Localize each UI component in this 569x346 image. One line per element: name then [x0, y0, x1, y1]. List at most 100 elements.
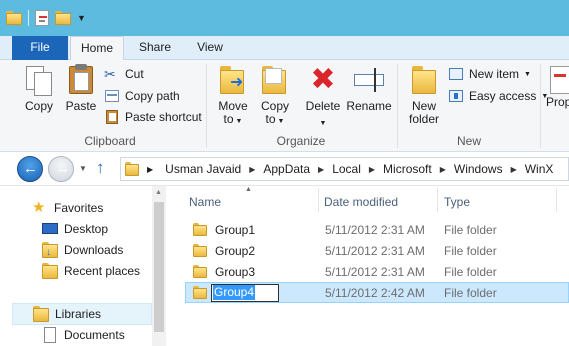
column-separator[interactable] [318, 188, 319, 212]
file-row[interactable]: Group2 5/11/2012 2:31 AM File folder [185, 240, 569, 261]
nav-item-libraries[interactable]: Libraries [12, 303, 152, 325]
column-header-date[interactable]: Date modified [324, 194, 398, 210]
copy-to-icon [260, 64, 290, 96]
copy-path-label: Copy path [125, 89, 180, 103]
cut-button[interactable]: ✂ Cut [104, 64, 144, 84]
copy-to-button[interactable]: Copy to ▼ [256, 64, 294, 128]
cut-label: Cut [125, 67, 144, 81]
recent-places-icon [42, 263, 58, 279]
paste-shortcut-button[interactable]: Paste shortcut [104, 107, 202, 127]
folder-icon [193, 285, 207, 300]
copy-label: Copy [24, 99, 53, 113]
tab-share[interactable]: Share [128, 36, 182, 60]
tab-home[interactable]: Home [70, 36, 124, 61]
rename-button[interactable]: Rename [346, 64, 392, 113]
root-chevron-icon[interactable]: ▶ [147, 165, 153, 174]
nav-pane-scrollbar[interactable]: ▲ [152, 186, 166, 346]
paste-shortcut-icon [104, 109, 120, 125]
new-folder-label-2: folder [408, 112, 440, 126]
breadcrumb-item[interactable]: ▶ WinX [507, 162, 558, 176]
easy-access-label: Easy access [469, 89, 537, 103]
file-date: 5/11/2012 2:31 AM [325, 243, 425, 258]
delete-label: Delete [305, 99, 341, 113]
folder-icon [193, 243, 207, 258]
column-separator[interactable] [556, 188, 557, 212]
new-folder-label-1: New [411, 99, 436, 113]
breadcrumb-item[interactable]: Usman Javaid [161, 162, 245, 176]
column-header-name[interactable]: Name [189, 194, 221, 210]
ribbon-tab-bar: File Home Share View [0, 36, 569, 61]
group-separator [540, 64, 541, 148]
navigation-pane: ★ Favorites Desktop ↓ Downloads Recent p… [0, 186, 166, 346]
arrow-right-icon: → [55, 160, 70, 177]
chevron-down-icon: ▼ [233, 118, 243, 125]
nav-item-favorites[interactable]: ★ Favorites [32, 198, 103, 218]
ribbon: Copy Paste ✂ Cut Copy path Paste shortcu… [0, 60, 569, 152]
file-type: File folder [444, 222, 497, 237]
tab-file[interactable]: File [12, 36, 68, 60]
desktop-icon [42, 221, 58, 237]
file-type: File folder [444, 285, 497, 300]
column-header-type[interactable]: Type [444, 194, 470, 210]
up-button[interactable]: ↑ [96, 158, 105, 178]
breadcrumb-item[interactable]: ▶ Windows [436, 162, 507, 176]
rename-label: Rename [346, 99, 392, 113]
rename-icon [354, 64, 384, 96]
new-item-button[interactable]: New item ▼ [448, 64, 531, 84]
copy-to-label-1: Copy [260, 99, 289, 113]
file-row[interactable]: Group1 5/11/2012 2:31 AM File folder [185, 219, 569, 240]
chevron-right-icon: ▶ [318, 164, 325, 174]
quick-access-toolbar: ▼ [6, 6, 86, 30]
new-folder-icon [409, 64, 439, 96]
chevron-right-icon: ▶ [368, 164, 376, 174]
new-folder-button[interactable]: New folder [404, 64, 444, 126]
copy-button[interactable]: Copy [22, 64, 56, 113]
nav-item-desktop[interactable]: Desktop [42, 219, 108, 239]
nav-item-recent-places[interactable]: Recent places [42, 261, 140, 281]
properties-button[interactable]: Prop [546, 64, 569, 109]
arrow-left-icon: ← [23, 160, 38, 177]
scroll-up-icon[interactable]: ▲ [155, 189, 162, 196]
address-box[interactable]: ▶ Usman Javaid ▶ AppData ▶ Local ▶ Microsof… [120, 157, 569, 181]
folder-icon [193, 264, 207, 279]
move-to-label-2: to [223, 112, 234, 126]
breadcrumb-item[interactable]: ▶ Microsoft [365, 162, 436, 176]
easy-access-button[interactable]: Easy access ▼ [448, 86, 548, 106]
recent-locations-dropdown[interactable]: ▼ [79, 164, 87, 173]
libraries-icon [33, 306, 49, 322]
new-folder-icon[interactable] [55, 11, 71, 25]
customize-qat-icon[interactable]: ▼ [77, 13, 86, 23]
copy-path-button[interactable]: Copy path [104, 86, 180, 106]
file-row[interactable]: Group3 5/11/2012 2:31 AM File folder [185, 261, 569, 282]
tab-view[interactable]: View [184, 36, 236, 60]
forward-button[interactable]: → [48, 156, 74, 182]
breadcrumb-item[interactable]: ▶ AppData [245, 162, 314, 176]
star-icon: ★ [32, 199, 46, 216]
properties-icon[interactable] [35, 10, 49, 26]
breadcrumb-item[interactable]: ▶ Local [314, 162, 365, 176]
group-separator [397, 64, 398, 148]
new-item-icon [448, 66, 464, 82]
scissors-icon: ✂ [104, 66, 116, 82]
folder-icon [193, 222, 207, 237]
scrollbar-thumb[interactable] [154, 202, 164, 332]
folder-icon [125, 162, 139, 176]
chevron-down-icon: ▼ [275, 118, 285, 125]
folder-icon[interactable] [6, 11, 22, 25]
move-to-button[interactable]: ➜ Move to ▼ [214, 64, 252, 128]
file-date: 5/11/2012 2:31 AM [325, 222, 425, 237]
properties-label: Prop [546, 95, 569, 109]
file-name: Group2 [215, 243, 256, 258]
delete-button[interactable]: ✖ Delete ▼ [302, 64, 344, 130]
file-name: Group1 [215, 222, 256, 237]
paste-button[interactable]: Paste [64, 64, 98, 113]
nav-item-documents[interactable]: Documents [42, 325, 125, 345]
nav-item-downloads[interactable]: ↓ Downloads [42, 240, 123, 260]
file-row-selected[interactable]: Group4 5/11/2012 2:42 AM File folder [185, 282, 569, 303]
back-button[interactable]: ← [17, 156, 43, 182]
chevron-right-icon: ▶ [439, 164, 446, 174]
chevron-down-icon: ▼ [319, 120, 327, 127]
copy-to-label-2: to [265, 112, 276, 126]
rename-input[interactable]: Group4 [211, 283, 279, 302]
column-separator[interactable] [437, 188, 438, 212]
